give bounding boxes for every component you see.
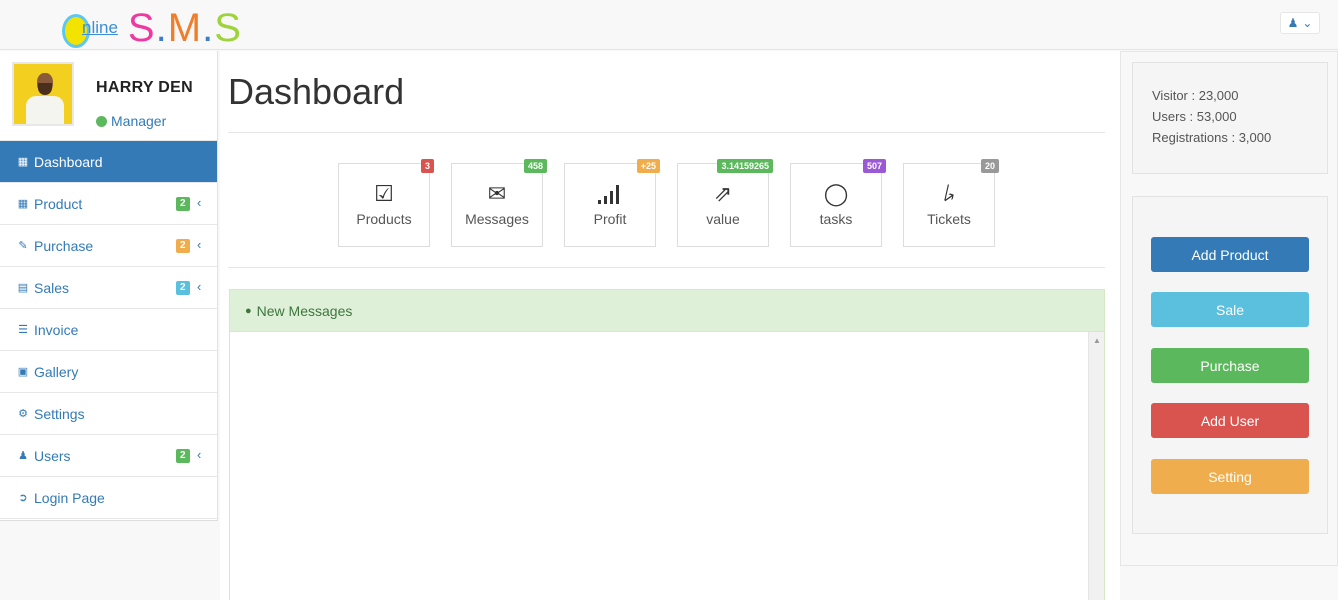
sidebar-item-label: Purchase: [34, 237, 94, 254]
tile-badge: 458: [523, 159, 547, 173]
logo-sms-text: S.M.S: [127, 6, 242, 50]
avatar: [12, 62, 74, 126]
cart-icon: ▤: [17, 282, 29, 294]
picture-icon: ▣: [17, 366, 29, 378]
tile-label: Messages: [465, 211, 529, 227]
sign-in-icon: ➲: [18, 492, 28, 504]
stat-tiles: 3 ☑ Products 458 ✉ Messages +25 Profit 3…: [338, 159, 999, 247]
add-product-button[interactable]: Add Product: [1151, 237, 1309, 272]
tile-profit[interactable]: +25 Profit: [564, 159, 660, 247]
external-link-icon: ⇗: [713, 181, 733, 206]
user-menu-toggle[interactable]: ♟ ⌄: [1280, 12, 1320, 34]
sidebar-badge: 2: [176, 197, 190, 211]
tile-label: Profit: [593, 211, 627, 227]
sidebar-item-gallery[interactable]: ▣ Gallery: [0, 351, 217, 393]
comments-icon: ●: [245, 304, 252, 317]
sidebar-item-label: Users: [34, 447, 71, 464]
table-icon: ▦: [17, 156, 29, 168]
site-stats: Visitor : 23,000 Users : 53,000 Registra…: [1132, 62, 1328, 174]
sidebar-item-label: Settings: [34, 405, 85, 422]
sidebar-item-product[interactable]: ▦ Product 2 ‹: [0, 183, 217, 225]
cogs-icon: ⚙: [18, 408, 28, 420]
sidebar-item-settings[interactable]: ⚙ Settings: [0, 393, 217, 435]
sidebar-item-login-page[interactable]: ➲ Login Page: [0, 477, 217, 519]
add-user-button[interactable]: Add User: [1151, 403, 1309, 438]
tile-badge: +25: [636, 159, 660, 173]
bolt-icon: ⭞: [943, 181, 955, 206]
sidebar-badge: 2: [176, 281, 190, 295]
comment-icon: ◯: [823, 181, 849, 206]
sidebar-item-users[interactable]: ♟ Users 2 ‹: [0, 435, 217, 477]
signal-icon: [596, 181, 624, 207]
right-sidebar: Visitor : 23,000 Users : 53,000 Registra…: [1120, 51, 1338, 566]
chevron-left-icon: ‹: [197, 237, 202, 252]
envelope-icon: ✉: [487, 181, 507, 206]
new-messages-body: ▲: [230, 332, 1104, 600]
quick-actions: Add Product Sale Purchase Add User Setti…: [1132, 196, 1328, 534]
tile-products[interactable]: 3 ☑ Products: [338, 159, 434, 247]
pencil-icon: ✎: [18, 240, 28, 252]
sidebar-badge: 2: [176, 449, 190, 463]
sidebar-item-invoice[interactable]: ☰ Invoice: [0, 309, 217, 351]
sidebar-item-purchase[interactable]: ✎ Purchase 2 ‹: [0, 225, 217, 267]
list-icon: ☰: [18, 324, 28, 336]
top-navbar: nline S.M.S ♟ ⌄: [0, 0, 1338, 50]
stat-users: Users : 53,000: [1152, 109, 1237, 124]
divider: [228, 132, 1105, 133]
new-messages-header: ● New Messages: [230, 290, 1104, 332]
tile-badge: 3.14159265: [717, 159, 773, 173]
tile-label: Products: [356, 211, 412, 227]
setting-button[interactable]: Setting: [1151, 459, 1309, 494]
chevron-down-icon: ⌄: [1302, 16, 1313, 30]
new-messages-panel: ● New Messages ▲: [229, 289, 1105, 600]
check-square-icon: ☑: [374, 181, 394, 206]
new-messages-title: New Messages: [256, 302, 353, 319]
sidebar-item-label: Login Page: [34, 489, 105, 506]
page-title: Dashboard: [228, 71, 405, 112]
online-status-icon: [96, 115, 107, 127]
tile-messages[interactable]: 458 ✉ Messages: [451, 159, 547, 247]
profile-role-label: Manager: [111, 113, 167, 129]
table-icon: ▦: [17, 198, 29, 210]
sidebar-item-dashboard[interactable]: ▦ Dashboard: [0, 141, 217, 183]
profile-role: Manager: [96, 113, 166, 129]
sidebar: HARRY DEN Manager ▦ Dashboard ▦ Product …: [0, 51, 218, 521]
profile-name: HARRY DEN: [96, 79, 193, 96]
logo-online-text: nline: [82, 18, 118, 37]
scroll-up-icon[interactable]: ▲: [1093, 336, 1101, 345]
purchase-button[interactable]: Purchase: [1151, 348, 1309, 383]
brand-logo[interactable]: nline S.M.S: [62, 8, 242, 48]
divider: [228, 267, 1105, 268]
tile-tasks[interactable]: 507 ◯ tasks: [790, 159, 886, 247]
sidebar-item-label: Dashboard: [34, 153, 103, 170]
sidebar-item-label: Sales: [34, 279, 70, 296]
tile-label: Tickets: [927, 211, 971, 227]
stat-registrations: Registrations : 3,000: [1152, 130, 1272, 145]
stat-visitor: Visitor : 23,000: [1152, 88, 1239, 103]
messages-scrollbar[interactable]: ▲: [1088, 332, 1104, 600]
sale-button[interactable]: Sale: [1151, 292, 1309, 327]
chevron-left-icon: ‹: [197, 447, 202, 462]
tile-tickets[interactable]: 20 ⭞ Tickets: [903, 159, 999, 247]
tile-badge: 3: [420, 159, 434, 173]
user-profile: HARRY DEN Manager: [0, 51, 217, 141]
sidebar-item-label: Product: [34, 195, 83, 212]
chevron-left-icon: ‹: [197, 279, 202, 294]
tile-value[interactable]: 3.14159265 ⇗ value: [677, 159, 773, 247]
tile-label: value: [706, 211, 740, 227]
tile-label: tasks: [819, 211, 853, 227]
main-content: Dashboard 3 ☑ Products 458 ✉ Messages +2…: [220, 51, 1120, 600]
user-icon: ♟: [1287, 16, 1299, 30]
sidebar-badge: 2: [176, 239, 190, 253]
chevron-left-icon: ‹: [197, 195, 202, 210]
sidebar-item-label: Invoice: [34, 321, 79, 338]
sidebar-item-label: Gallery: [34, 363, 79, 380]
user-icon: ♟: [18, 450, 28, 462]
tile-badge: 20: [980, 159, 999, 173]
sidebar-item-sales[interactable]: ▤ Sales 2 ‹: [0, 267, 217, 309]
tile-badge: 507: [862, 159, 886, 173]
